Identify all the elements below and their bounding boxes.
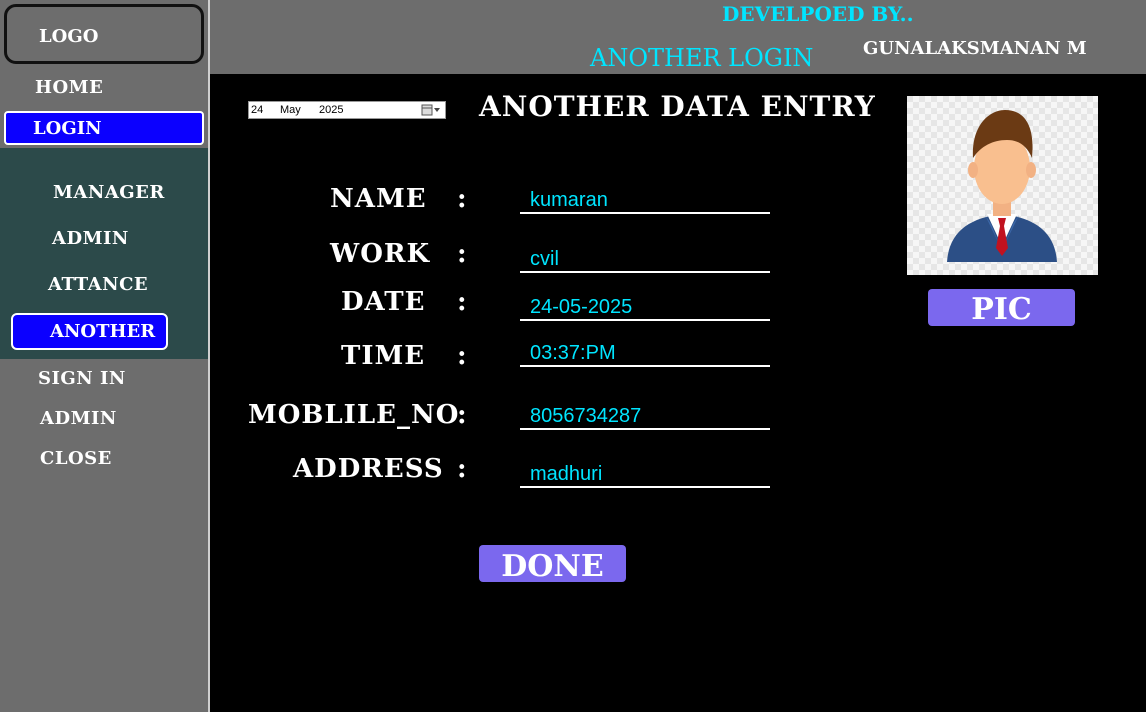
address-label: ADDRESS (293, 454, 444, 484)
date-picker-month: May (280, 104, 301, 116)
mobile-no-colon: : (457, 400, 467, 430)
submenu-item-attance[interactable]: ATTANCE (48, 274, 148, 295)
developed-by-label: DEVELPOED BY.. (722, 2, 914, 26)
work-label: WORK (330, 239, 431, 269)
date-picker-day: 24 (251, 104, 264, 116)
work-colon: : (457, 239, 467, 269)
sidebar-item-login[interactable]: LOGIN (4, 111, 204, 145)
time-colon: : (457, 341, 467, 371)
developer-name: GUNALAKSMANAN M (863, 38, 1087, 59)
date-label: DATE (341, 287, 426, 317)
sidebar-item-sign-in[interactable]: SIGN IN (38, 368, 126, 389)
name-label: NAME (330, 184, 427, 214)
time-field[interactable] (520, 341, 770, 367)
done-button[interactable]: DONE (479, 545, 626, 584)
date-colon: : (457, 287, 467, 317)
pic-button[interactable]: PIC (928, 289, 1075, 327)
name-field[interactable] (520, 188, 770, 214)
page-name: ANOTHER LOGIN (590, 44, 814, 72)
address-field[interactable] (520, 462, 770, 488)
user-avatar-icon (907, 96, 1098, 275)
calendar-dropdown-icon[interactable] (421, 104, 441, 116)
time-label: TIME (341, 341, 426, 371)
submenu-item-another[interactable]: ANOTHER (11, 313, 168, 350)
date-picker-year: 2025 (319, 104, 344, 116)
logo: LOGO (4, 4, 204, 64)
submenu-item-manager[interactable]: MANAGER (53, 182, 165, 203)
address-colon: : (457, 454, 467, 484)
sidebar: LOGO HOME LOGIN MANAGER ADMIN ATTANCE AN… (0, 0, 210, 712)
work-field[interactable] (520, 247, 770, 273)
photo-frame (907, 96, 1098, 275)
sidebar-item-admin[interactable]: ADMIN (40, 408, 117, 429)
date-picker[interactable]: 24 May 2025 (248, 101, 446, 119)
form-title: ANOTHER DATA ENTRY (479, 90, 876, 123)
submenu-item-admin[interactable]: ADMIN (52, 228, 129, 249)
sidebar-item-close[interactable]: CLOSE (40, 448, 112, 469)
name-colon: : (457, 184, 467, 214)
date-field[interactable] (520, 295, 770, 321)
mobile-no-field[interactable] (520, 404, 770, 430)
sidebar-item-home[interactable]: HOME (35, 77, 103, 98)
mobile-no-label: MOBLILE_NO (248, 400, 460, 430)
